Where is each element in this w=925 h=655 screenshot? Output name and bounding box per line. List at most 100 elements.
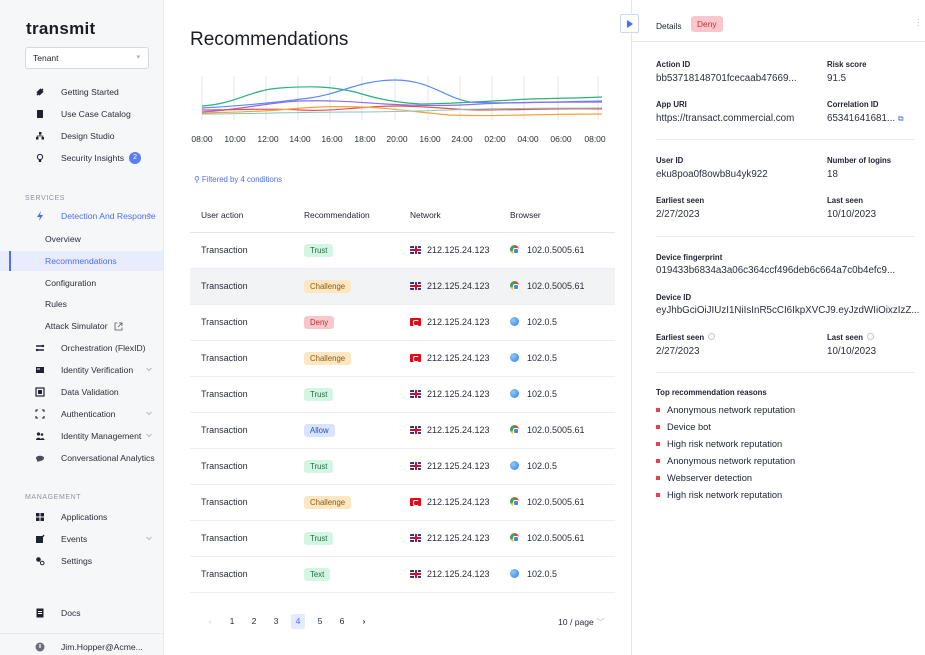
table-row[interactable]: Transaction Trust 212.125.24.123 102.0.5 xyxy=(190,448,615,485)
user-action-cell: Transaction xyxy=(190,412,293,449)
column-header-browser[interactable]: Browser xyxy=(499,198,615,233)
recommendation-cell: Trust xyxy=(293,376,399,413)
details-title: Details xyxy=(656,21,682,31)
filter-conditions-link[interactable]: ⚲ Filtered by 4 conditions xyxy=(194,175,282,184)
turkey-flag-icon xyxy=(410,498,421,506)
sidebar-item-detection-and-response[interactable]: Detection And Response xyxy=(0,206,163,226)
reasons-title: Top recommendation reasons xyxy=(656,388,767,397)
activity-chart: 08:00 10:00 12:00 14:00 16:00 18:00 20:0… xyxy=(191,76,606,144)
page-5-button[interactable]: 5 xyxy=(313,614,327,629)
scan-icon xyxy=(0,409,53,419)
sidebar-item-data-validation[interactable]: Data Validation xyxy=(0,382,163,402)
risk-score-value: 91.5 xyxy=(827,73,847,84)
x-tick-label: 18:00 xyxy=(354,134,376,144)
sidebar-item-authentication[interactable]: Authentication xyxy=(0,404,163,424)
chevron-down-icon: ▾ xyxy=(136,54,140,61)
user-account[interactable]: Jim.Hopper@Acme... xyxy=(0,637,163,655)
play-icon xyxy=(627,20,633,28)
table-row[interactable]: Transaction Trust 212.125.24.123 102.0.5005… xyxy=(190,232,615,269)
table-row[interactable]: Transaction Allow 212.125.24.123 102.0.5005… xyxy=(190,412,615,449)
sidebar-item-use-case-catalog[interactable]: Use Case Catalog xyxy=(0,104,163,124)
logins-value: 18 xyxy=(827,169,838,180)
id-card-icon xyxy=(0,365,53,375)
reasons-list: Anonymous network reputation Device bot … xyxy=(656,401,795,503)
page-4-button[interactable]: 4 xyxy=(291,614,305,629)
bullet-icon xyxy=(656,424,660,429)
avatar-icon xyxy=(0,642,53,652)
book-icon xyxy=(0,109,53,119)
sidebar-item-docs[interactable]: Docs xyxy=(0,603,163,623)
table-body: Transaction Trust 212.125.24.123 102.0.5005… xyxy=(190,232,615,593)
reason-item: High risk network reputation xyxy=(656,486,795,503)
recommendation-cell: Allow xyxy=(293,412,399,449)
sidebar-item-identity-management[interactable]: Identity Management xyxy=(0,426,163,446)
sidebar-item-configuration[interactable]: Configuration xyxy=(0,273,163,293)
table-row[interactable]: Transaction Deny 212.125.24.123 102.0.5 xyxy=(190,304,615,341)
page-3-button[interactable]: 3 xyxy=(269,614,283,629)
browser-icon xyxy=(510,569,519,578)
table-row[interactable]: Transaction Challenge 212.125.24.123 102.0.… xyxy=(190,268,615,305)
info-icon[interactable] xyxy=(708,333,716,340)
collapse-panel-button[interactable] xyxy=(620,14,639,33)
page-2-button[interactable]: 2 xyxy=(247,614,261,629)
x-tick-label: 08:00 xyxy=(191,134,213,144)
network-cell: 212.125.24.123 xyxy=(399,268,499,305)
page-1-button[interactable]: 1 xyxy=(225,614,239,629)
tenant-select[interactable]: Tenant ▾ xyxy=(25,47,149,69)
sidebar-item-identity-verification[interactable]: Identity Verification xyxy=(0,360,163,380)
copy-icon[interactable]: ⧉ xyxy=(898,114,904,123)
browser-cell: 102.0.5 xyxy=(499,340,615,377)
divider xyxy=(656,139,914,140)
last-seen-2-label: Last seen xyxy=(827,333,874,342)
table-row[interactable]: Transaction Trust 212.125.24.123 102.0.5005… xyxy=(190,520,615,557)
table-row[interactable]: Transaction Trust 212.125.24.123 102.0.5 xyxy=(190,376,615,413)
column-header-recommendation[interactable]: Recommendation xyxy=(293,198,399,233)
sidebar-item-orchestration[interactable]: Orchestration (FlexID) xyxy=(0,338,163,358)
table-row[interactable]: Transaction Challenge 212.125.24.123 102.0.… xyxy=(190,484,615,521)
turkey-flag-icon xyxy=(410,354,421,362)
page-size-select[interactable]: 10 / page ﹀ xyxy=(558,616,605,628)
reason-item: Webserver detection xyxy=(656,469,795,486)
column-header-network[interactable]: Network xyxy=(399,198,499,233)
more-options-icon[interactable]: · · · xyxy=(917,15,920,31)
prev-page-button[interactable]: ‹ xyxy=(203,614,217,629)
network-cell: 212.125.24.123 xyxy=(399,448,499,485)
next-page-button[interactable]: › xyxy=(357,614,371,629)
sidebar-item-security-insights[interactable]: Security Insights 2 xyxy=(0,148,163,168)
page-6-button[interactable]: 6 xyxy=(335,614,349,629)
correlation-id-label: Correlation ID xyxy=(827,100,879,109)
chevron-up-icon xyxy=(146,212,152,217)
external-link-icon xyxy=(114,322,122,330)
browser-icon xyxy=(510,317,519,326)
sidebar-item-attack-simulator[interactable]: Attack Simulator xyxy=(0,316,163,336)
network-cell: 212.125.24.123 xyxy=(399,520,499,557)
recommendation-tag: Text xyxy=(304,567,331,581)
user-action-cell: Transaction xyxy=(190,484,293,521)
rocket-icon xyxy=(0,87,53,97)
x-tick-label: 12:00 xyxy=(257,134,279,144)
sidebar-item-design-studio[interactable]: Design Studio xyxy=(0,126,163,146)
table-row[interactable]: Transaction Text 212.125.24.123 102.0.5 xyxy=(190,556,615,593)
sidebar-item-settings[interactable]: Settings xyxy=(0,551,163,571)
logins-label: Number of logins xyxy=(827,156,892,165)
user-action-cell: Transaction xyxy=(190,232,293,269)
gear-icon xyxy=(0,556,53,566)
chrome-icon xyxy=(510,497,519,506)
info-icon[interactable] xyxy=(866,333,874,340)
sidebar-item-conversational-analytics[interactable]: Conversational Analytics xyxy=(0,448,163,468)
hierarchy-icon xyxy=(0,131,53,141)
chevron-down-icon xyxy=(146,536,152,541)
sidebar-item-applications[interactable]: Applications xyxy=(0,507,163,527)
browser-cell: 102.0.5 xyxy=(499,556,615,593)
tenant-label: Tenant xyxy=(33,53,59,63)
sidebar-item-getting-started[interactable]: Getting Started xyxy=(0,82,163,102)
sidebar-item-overview[interactable]: Overview xyxy=(0,229,163,249)
chrome-icon xyxy=(510,425,519,434)
column-header-user-action[interactable]: User action xyxy=(190,198,293,233)
table-row[interactable]: Transaction Challenge 212.125.24.123 102.0.… xyxy=(190,340,615,377)
divider xyxy=(656,372,914,373)
sidebar-item-events[interactable]: Events xyxy=(0,529,163,549)
sidebar-item-recommendations[interactable]: Recommendations xyxy=(0,251,163,271)
user-action-cell: Transaction xyxy=(190,520,293,557)
sidebar-item-rules[interactable]: Rules xyxy=(0,294,163,314)
